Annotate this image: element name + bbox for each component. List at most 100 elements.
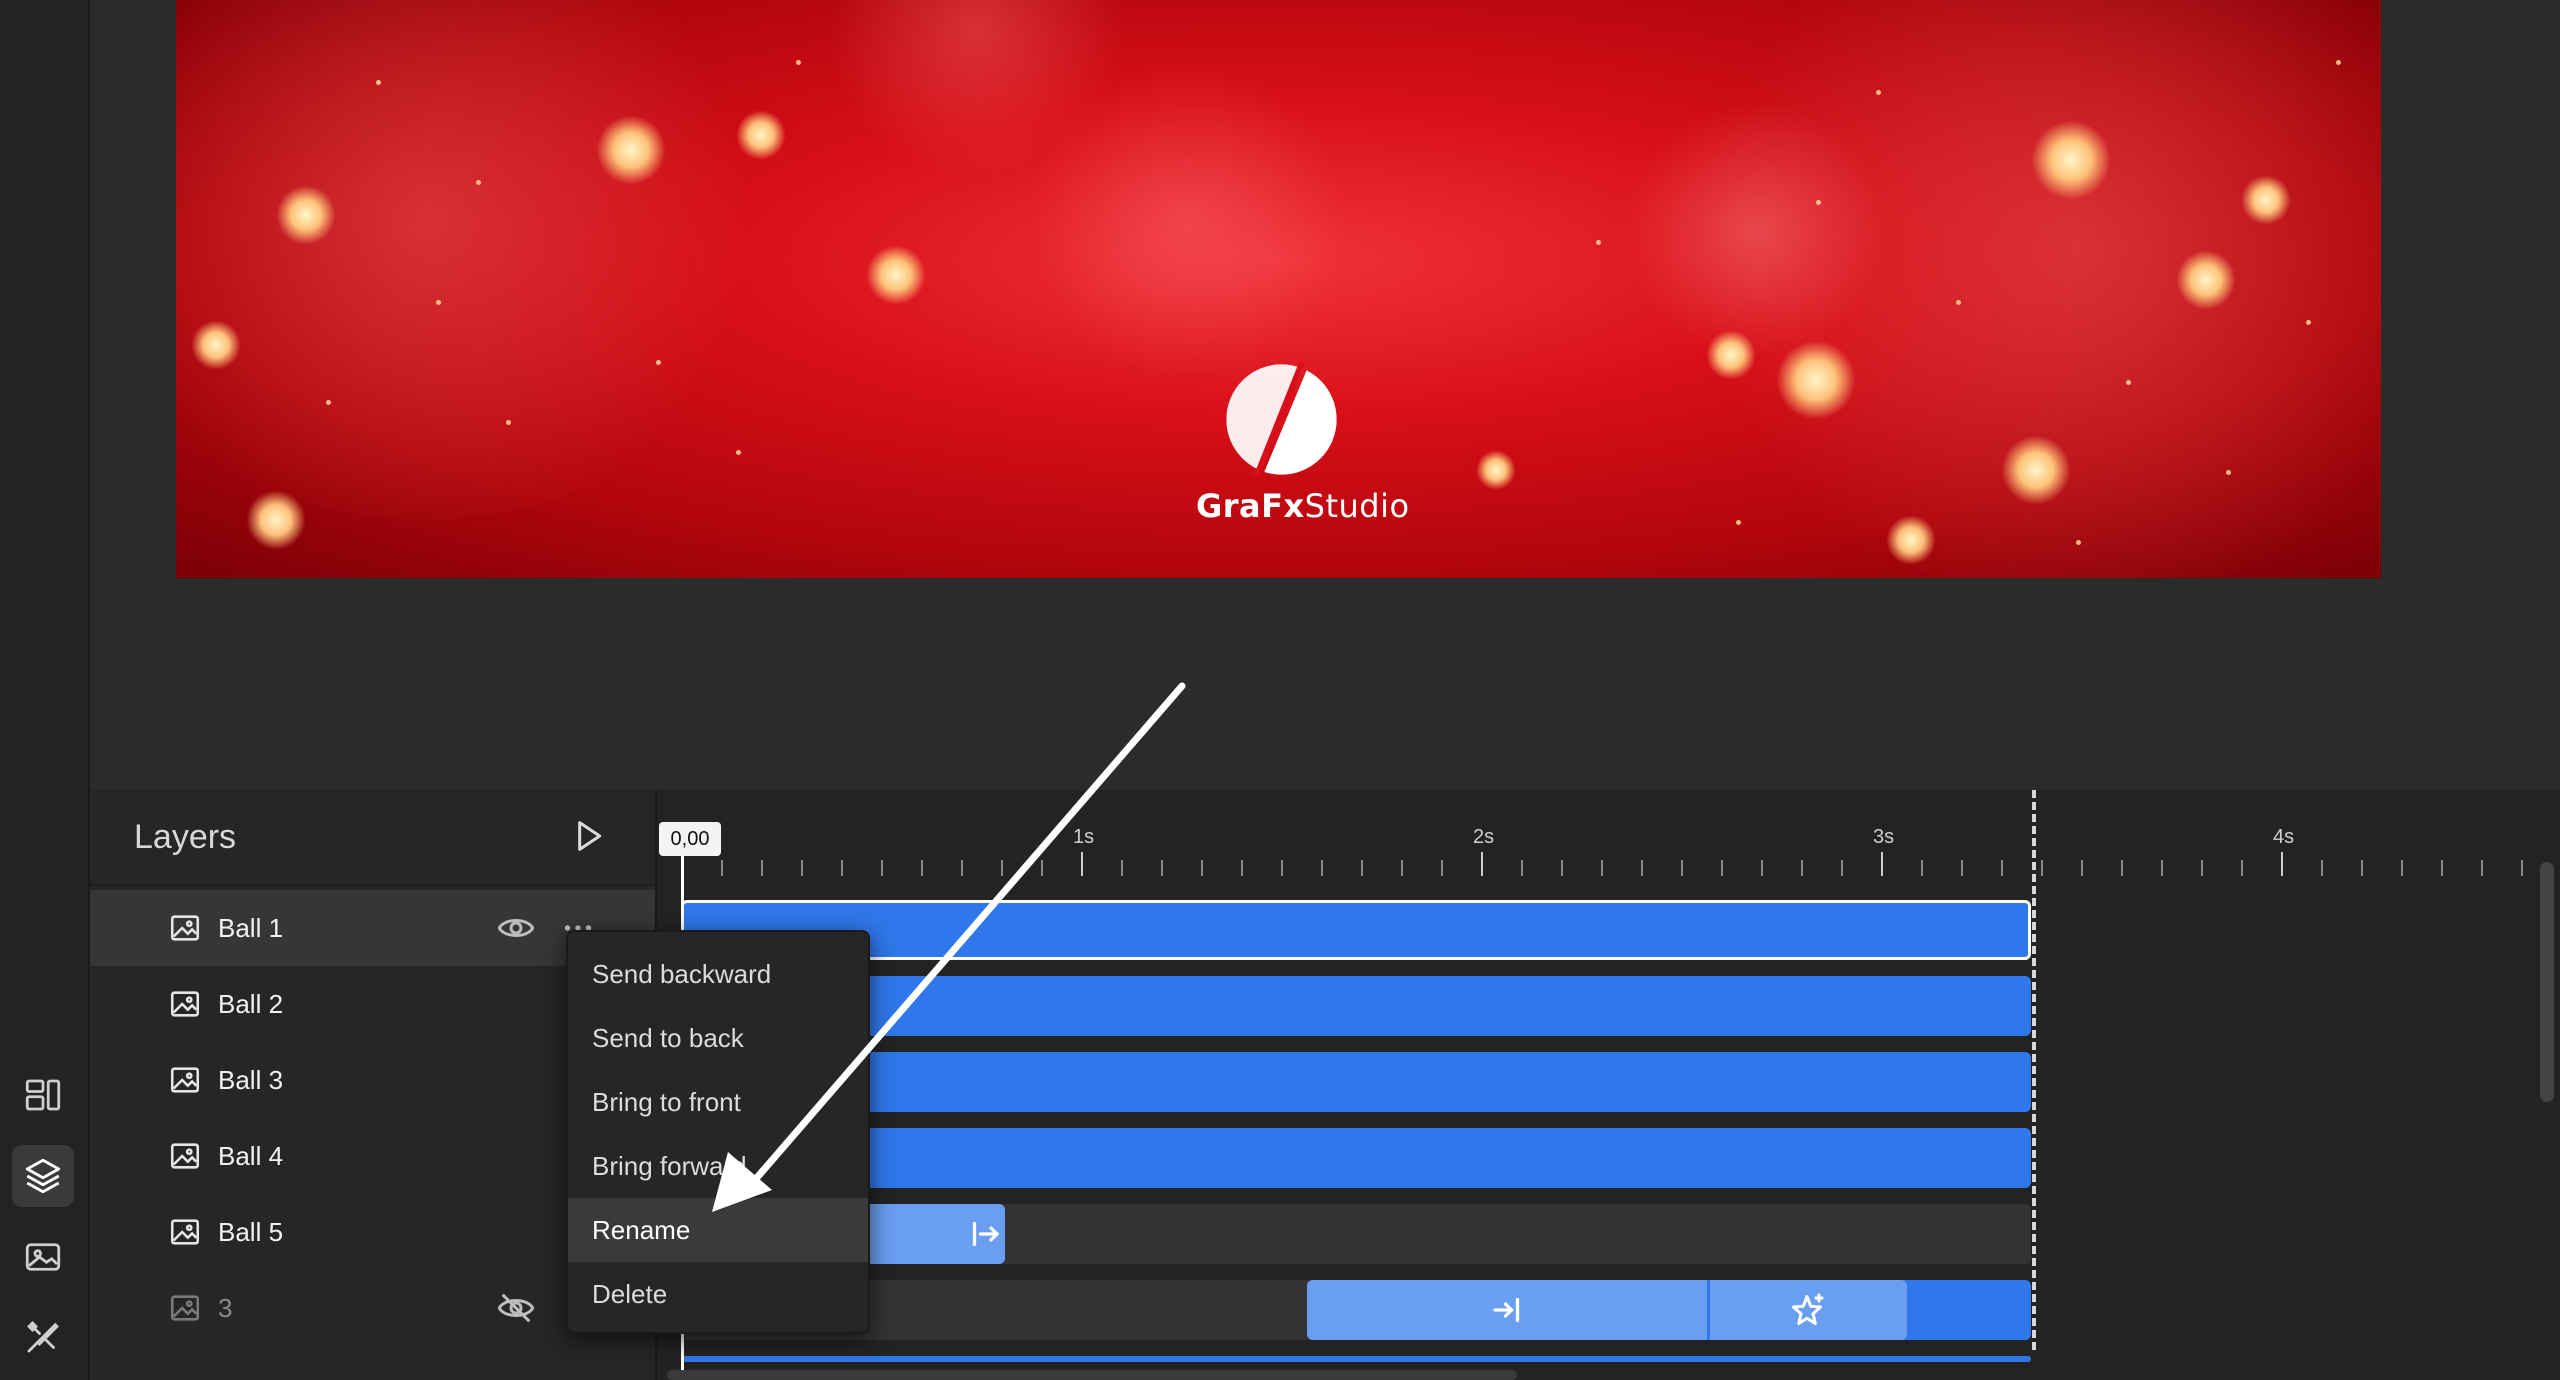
ruler-tick [721, 860, 723, 876]
ruler-tick [881, 860, 883, 876]
ruler-tick [1001, 860, 1003, 876]
layer-context-menu: Send backward Send to back Bring to front B… [566, 930, 870, 1334]
layer-name: Ball 4 [218, 1140, 284, 1171]
glitter-dot [326, 400, 331, 405]
sparkle [1706, 330, 1756, 380]
ruler-tick [2281, 852, 2283, 876]
layer-track-bar[interactable] [681, 1128, 2031, 1188]
ruler-tick [1401, 860, 1403, 876]
ruler-tick [841, 860, 843, 876]
media-button[interactable] [12, 1226, 74, 1288]
layer-track-bar[interactable] [681, 1052, 2031, 1112]
ruler-tick-label: 2s [1473, 826, 1495, 848]
menu-item-bring-to-front[interactable]: Bring to front [568, 1070, 868, 1134]
glitter-dot [2076, 540, 2081, 545]
artboard[interactable]: GraFxStudio [176, 0, 2381, 578]
animation-bar[interactable] [1307, 1280, 1907, 1340]
ruler-tick [1761, 860, 1763, 876]
ruler-tick [1841, 860, 1843, 876]
layout-button[interactable] [12, 1064, 74, 1126]
menu-item-rename[interactable]: Rename [568, 1198, 868, 1262]
brush-button[interactable] [12, 1306, 74, 1368]
ruler-tick [1961, 860, 1963, 876]
ruler-tick [1721, 860, 1723, 876]
ruler-tick [2161, 860, 2163, 876]
menu-item-delete[interactable]: Delete [568, 1262, 868, 1326]
hidden-eye-icon[interactable] [496, 1288, 536, 1328]
bottom-panel: Layers Ball 1 Ball 2 Ball 3 Ball 4 Ball 5 3 1… [90, 790, 2560, 1380]
ruler-tick [1161, 860, 1163, 876]
layers-button[interactable] [12, 1145, 74, 1207]
layer-name: Ball 2 [218, 988, 284, 1019]
ruler-tick [1601, 860, 1603, 876]
layer-name: Ball 3 [218, 1064, 284, 1095]
ruler-tick [1121, 860, 1123, 876]
ruler-tick [1441, 860, 1443, 876]
vertical-scrollbar[interactable] [2540, 862, 2554, 1102]
menu-item-send-backward[interactable]: Send backward [568, 942, 868, 1006]
glitter-dot [2126, 380, 2131, 385]
menu-item-bring-forward[interactable]: Bring forward [568, 1134, 868, 1198]
layer-track-bar[interactable] [681, 976, 2031, 1036]
sparkle [2031, 120, 2111, 200]
image-layer-icon [170, 991, 200, 1017]
logo-mark-icon [1225, 362, 1337, 477]
logo-regular-text: Studio [1304, 487, 1410, 525]
ruler-tick-label: 3s [1873, 826, 1895, 848]
layers-title: Layers [134, 818, 237, 856]
ruler-tick [2041, 860, 2043, 876]
logo-wordmark: GraFxStudio [1196, 487, 1409, 525]
play-icon[interactable] [568, 816, 608, 856]
current-time-badge[interactable]: 0,00 [659, 822, 721, 856]
ruler-tick [1641, 860, 1643, 876]
glitter-dot [436, 300, 441, 305]
bokeh-blob [176, 0, 776, 520]
layer-name: 3 [218, 1292, 233, 1323]
sparkle [866, 245, 926, 305]
glitter-dot [2306, 320, 2311, 325]
image-layer-icon [170, 915, 200, 941]
ruler-tick [2441, 860, 2443, 876]
glitter-dot [1816, 200, 1821, 205]
sparkle [736, 110, 786, 160]
glitter-dot [2336, 60, 2341, 65]
ruler-tick-label: 1s [1073, 826, 1095, 848]
glitter-dot [476, 180, 481, 185]
layer-track-bar[interactable] [681, 900, 2031, 960]
ruler-tick [1241, 860, 1243, 876]
sparkle [191, 320, 241, 370]
end-marker-line[interactable] [2032, 790, 2036, 1350]
glitter-dot [1956, 300, 1961, 305]
glitter-dot [506, 420, 511, 425]
canvas-stage: GraFxStudio [90, 0, 2560, 790]
ruler-tick [1361, 860, 1363, 876]
ruler-tick [1081, 852, 1083, 876]
glitter-dot [1876, 90, 1881, 95]
brand-logo: GraFxStudio [1196, 362, 1409, 525]
ruler-tick [1281, 860, 1283, 876]
layers-icon [25, 1158, 61, 1194]
out-animation-icon [1493, 1297, 1520, 1323]
layer-track-bar[interactable] [681, 1356, 2031, 1362]
horizontal-scrollbar[interactable] [667, 1370, 1517, 1380]
visibility-eye-icon[interactable] [496, 908, 536, 948]
ruler-tick [1201, 860, 1203, 876]
ruler-tick [1481, 852, 1483, 876]
ruler-tick [2321, 860, 2323, 876]
ruler-tick [1041, 860, 1043, 876]
layer-name: Ball 1 [218, 912, 284, 943]
sparkle [2176, 250, 2236, 310]
timeline[interactable]: 1s 2s 3s 4s 0,00 [657, 790, 2560, 1380]
sparkle [596, 115, 666, 185]
menu-item-send-to-back[interactable]: Send to back [568, 1006, 868, 1070]
glitter-dot [656, 360, 661, 365]
ruler-tick [2081, 860, 2083, 876]
ruler-tick [1801, 860, 1803, 876]
glitter-dot [796, 60, 801, 65]
image-layer-icon [170, 1143, 200, 1169]
ruler-tick [961, 860, 963, 876]
logo-bold-text: GraFx [1196, 487, 1305, 525]
ruler-tick [1321, 860, 1323, 876]
time-ruler[interactable]: 1s 2s 3s 4s [657, 790, 2560, 886]
bar-separator [1707, 1280, 1710, 1340]
